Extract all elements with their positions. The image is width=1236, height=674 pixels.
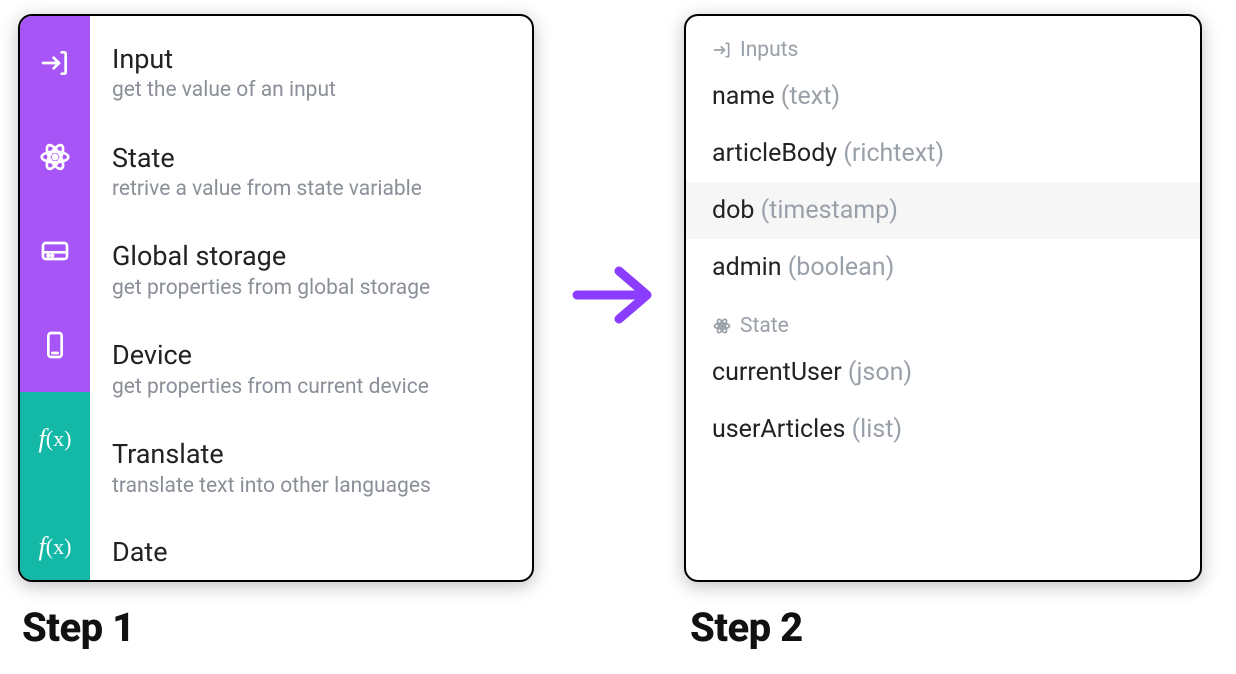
rail-translate[interactable]: f(x) (20, 392, 90, 486)
variables-panel: Inputs name (text) articleBody (richtext… (684, 14, 1202, 582)
var-type: (list) (852, 415, 903, 444)
var-type: (json) (848, 358, 912, 387)
var-name-text: name (712, 82, 775, 111)
var-name-text: userArticles (712, 415, 845, 444)
var-articlebody[interactable]: articleBody (richtext) (686, 125, 1200, 182)
item-title: State (112, 142, 510, 174)
item-desc: get properties from global storage (112, 275, 510, 302)
arrow-right-icon (569, 255, 659, 335)
function-icon: f(x) (39, 532, 72, 562)
input-icon (39, 47, 71, 79)
source-item-input[interactable]: Input get the value of an input (90, 24, 532, 123)
atom-icon (712, 316, 732, 336)
item-title: Date (112, 536, 510, 568)
var-userarticles[interactable]: userArticles (list) (686, 401, 1200, 458)
group-header-inputs: Inputs (686, 34, 1200, 68)
source-panel: f(x) f(x) Input get the value of an inpu… (18, 14, 534, 582)
rail-storage[interactable] (20, 204, 90, 298)
input-icon (712, 40, 732, 60)
item-title: Translate (112, 438, 510, 470)
source-item-translate[interactable]: Translate translate text into other lang… (90, 420, 532, 519)
item-desc: retrive a value from state variable (112, 176, 510, 203)
group-header-state: State (686, 310, 1200, 344)
item-title: Device (112, 339, 510, 371)
source-item-global-storage[interactable]: Global storage get properties from globa… (90, 222, 532, 321)
source-item-date[interactable]: Date (90, 519, 532, 572)
var-admin[interactable]: admin (boolean) (686, 239, 1200, 296)
rail-date[interactable]: f(x) (20, 486, 90, 580)
step-1-label: Step 1 (22, 604, 135, 651)
var-type: (timestamp) (761, 196, 898, 225)
var-dob[interactable]: dob (timestamp) (686, 182, 1200, 239)
var-name-text: dob (712, 196, 754, 225)
function-icon: f(x) (39, 424, 72, 454)
var-currentuser[interactable]: currentUser (json) (686, 344, 1200, 401)
step-2-label: Step 2 (690, 604, 803, 651)
item-desc: get properties from current device (112, 374, 510, 401)
source-item-state[interactable]: State retrive a value from state variabl… (90, 123, 532, 222)
item-title: Global storage (112, 240, 510, 272)
source-list: Input get the value of an input State re… (90, 16, 532, 580)
rail-state[interactable] (20, 110, 90, 204)
group-label: Inputs (740, 38, 798, 62)
device-icon (39, 329, 71, 361)
var-name-text: articleBody (712, 139, 837, 168)
var-name-text: admin (712, 253, 782, 282)
var-type: (boolean) (788, 253, 895, 282)
var-name[interactable]: name (text) (686, 68, 1200, 125)
rail-input[interactable] (20, 16, 90, 110)
item-desc: translate text into other languages (112, 473, 510, 500)
source-item-device[interactable]: Device get properties from current devic… (90, 321, 532, 420)
atom-icon (39, 141, 71, 173)
item-title: Input (112, 43, 510, 75)
icon-rail: f(x) f(x) (20, 16, 90, 580)
rail-device[interactable] (20, 298, 90, 392)
var-name-text: currentUser (712, 358, 842, 387)
storage-icon (39, 235, 71, 267)
var-type: (richtext) (843, 139, 944, 168)
arrow-right (564, 255, 664, 335)
var-type: (text) (781, 82, 840, 111)
group-label: State (740, 314, 789, 338)
item-desc: get the value of an input (112, 77, 510, 104)
